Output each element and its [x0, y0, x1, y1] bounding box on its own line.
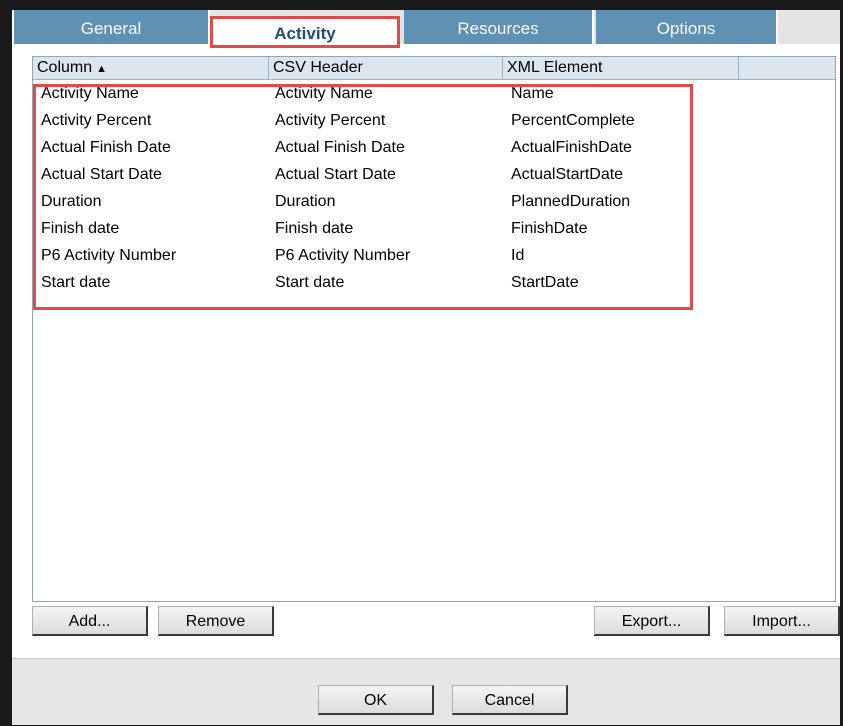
cell-csv: Start date — [275, 274, 345, 291]
column-header-column[interactable]: Column ▲ — [33, 57, 269, 79]
cell-column: Actual Start Date — [41, 166, 162, 183]
cell-xml: ActualFinishDate — [511, 139, 632, 156]
table-row[interactable]: Duration Duration PlannedDuration — [33, 188, 835, 215]
cell-csv: Activity Name — [275, 85, 373, 102]
cell-xml: PercentComplete — [511, 112, 635, 129]
cell-csv: Activity Percent — [275, 112, 386, 129]
cell-column: Actual Finish Date — [41, 139, 171, 156]
table-row[interactable]: Activity Percent Activity Percent Percen… — [33, 107, 835, 134]
cell-csv: Actual Finish Date — [275, 139, 405, 156]
cell-column: Duration — [41, 193, 102, 210]
export-button[interactable]: Export... — [594, 606, 710, 636]
tab-activity[interactable]: Activity — [210, 16, 400, 48]
cell-column: Activity Name — [41, 85, 139, 102]
cell-xml: FinishDate — [511, 220, 588, 237]
table-row[interactable]: Activity Name Activity Name Name — [33, 80, 835, 107]
table-row[interactable]: Finish date Finish date FinishDate — [33, 215, 835, 242]
sort-ascending-icon: ▲ — [96, 63, 108, 75]
tab-resources[interactable]: Resources — [404, 10, 594, 44]
cell-column: Finish date — [41, 220, 120, 237]
tab-strip: General Activity Resources Options — [14, 10, 840, 48]
cell-xml: Id — [511, 247, 525, 264]
settings-dialog: General Activity Resources Options Colum… — [12, 10, 840, 725]
column-header-label: Column — [37, 59, 93, 76]
cell-column: Start date — [41, 274, 111, 291]
cell-xml: Name — [511, 85, 554, 102]
window-frame: General Activity Resources Options Colum… — [0, 0, 843, 726]
mapping-table: Column ▲ CSV Header XML Element Activity … — [32, 56, 836, 602]
cell-csv: P6 Activity Number — [275, 247, 411, 264]
ok-button[interactable]: OK — [318, 685, 434, 715]
table-row[interactable]: Actual Finish Date Actual Finish Date Ac… — [33, 134, 835, 161]
cell-csv: Duration — [275, 193, 336, 210]
cancel-button[interactable]: Cancel — [452, 685, 568, 715]
table-row[interactable]: Actual Start Date Actual Start Date Actu… — [33, 161, 835, 188]
cell-column: P6 Activity Number — [41, 247, 177, 264]
cell-column: Activity Percent — [41, 112, 152, 129]
add-button[interactable]: Add... — [32, 606, 148, 636]
remove-button[interactable]: Remove — [158, 606, 274, 636]
tab-general[interactable]: General — [14, 10, 210, 44]
table-row[interactable]: P6 Activity Number P6 Activity Number Id — [33, 242, 835, 269]
table-body: Activity Name Activity Name Name Activit… — [33, 80, 835, 296]
cell-xml: StartDate — [511, 274, 579, 291]
column-header-csv[interactable]: CSV Header — [269, 57, 503, 79]
cell-xml: ActualStartDate — [511, 166, 624, 183]
table-header: Column ▲ CSV Header XML Element — [33, 57, 835, 80]
dialog-footer: OK Cancel — [12, 658, 840, 725]
table-row[interactable]: Start date Start date StartDate — [33, 269, 835, 296]
cell-csv: Finish date — [275, 220, 354, 237]
tab-options[interactable]: Options — [596, 10, 778, 44]
cell-csv: Actual Start Date — [275, 166, 396, 183]
cell-xml: PlannedDuration — [511, 193, 631, 210]
import-button[interactable]: Import... — [724, 606, 840, 636]
column-header-xml[interactable]: XML Element — [503, 57, 739, 79]
